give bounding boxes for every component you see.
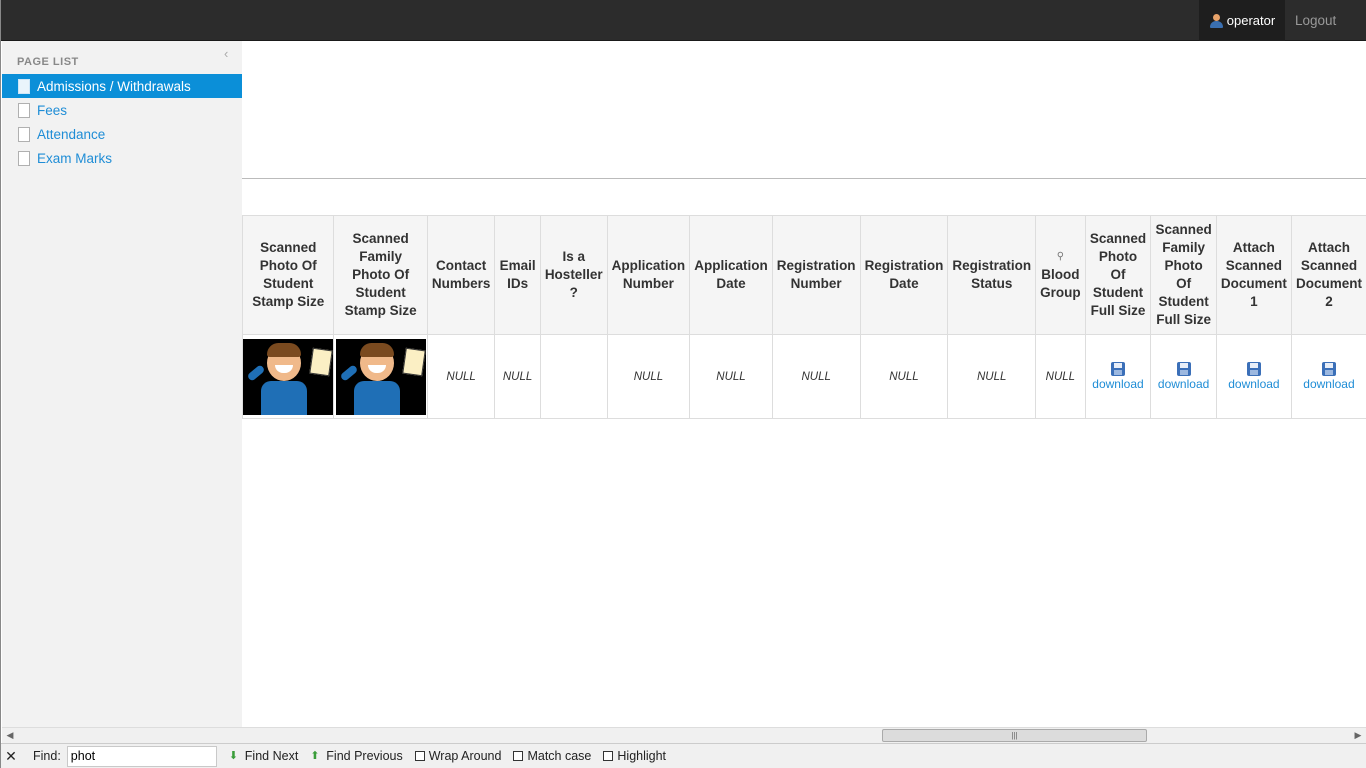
arrow-down-icon: ⬇ [228, 750, 239, 762]
scroll-left-icon[interactable]: ◀ [2, 728, 18, 743]
floppy-disk-icon [1110, 362, 1125, 376]
contact-cell: NULL [426, 334, 496, 419]
user-icon [1209, 13, 1223, 28]
arrow-up-icon: ⬆ [310, 750, 320, 762]
user-name: operator [1226, 13, 1276, 28]
col-header-reg-number[interactable]: Registration Number [771, 215, 861, 335]
page-icon [18, 150, 30, 166]
col-header-hosteller[interactable]: Is a Hosteller ? [539, 215, 608, 335]
reg-number-cell: NULL [771, 334, 861, 419]
find-previous-button[interactable]: ⬆ Find Previous [310, 749, 402, 763]
photo-full-cell: download [1084, 334, 1152, 419]
highlight-checkbox[interactable]: Highlight [603, 749, 666, 763]
blood-group-cell: NULL [1035, 334, 1086, 419]
wrap-around-checkbox[interactable]: Wrap Around [414, 749, 501, 763]
col-header-blood-group[interactable]: ⚲ Blood Group [1035, 215, 1086, 335]
checkbox-icon [603, 751, 614, 761]
find-bar: ✕ Find: ⬇ Find Next ⬆ Find Previous Wrap… [1, 743, 1366, 768]
floppy-disk-icon [1176, 362, 1191, 376]
sidebar-item-label: Fees [37, 102, 68, 118]
match-case-checkbox[interactable]: Match case [513, 749, 591, 763]
divider [242, 178, 1366, 179]
hosteller-cell [539, 334, 608, 419]
family-photo-thumbnail[interactable] [335, 338, 426, 415]
logout-link[interactable]: Logout [1295, 13, 1336, 28]
col-header-reg-date[interactable]: Registration Date [859, 215, 949, 335]
reg-status-cell: NULL [947, 334, 1037, 419]
close-icon[interactable]: ✕ [1, 748, 21, 765]
col-header-doc-1[interactable]: Attach Scanned Document 1 [1215, 215, 1292, 335]
floppy-disk-icon [1246, 362, 1261, 376]
family-photo-stamp-cell [333, 334, 428, 419]
table-row: NULL NULL NULL NULL NULL NULL NULL NULL … [242, 334, 1366, 419]
download-link[interactable]: download [1086, 362, 1151, 391]
sidebar-item-label: Admissions / Withdrawals [37, 78, 191, 94]
main-content: Scanned Photo Of Student Stamp Size Scan… [242, 41, 1366, 727]
col-header-app-date[interactable]: Application Date [689, 215, 773, 335]
collapse-sidebar-icon[interactable]: ‹ [224, 46, 236, 61]
col-header-contact[interactable]: Contact Numbers [426, 215, 496, 335]
sidebar-item-label: Attendance [37, 126, 106, 142]
download-link[interactable]: download [1217, 362, 1291, 391]
doc-1-cell: download [1215, 334, 1292, 419]
horizontal-scrollbar[interactable]: ◀ ||| ▶ [2, 727, 1366, 743]
col-header-photo-stamp[interactable]: Scanned Photo Of Student Stamp Size [242, 215, 335, 335]
download-link[interactable]: download [1292, 362, 1366, 391]
email-cell: NULL [494, 334, 541, 419]
table-header-row: Scanned Photo Of Student Stamp Size Scan… [242, 215, 1366, 335]
col-header-photo-full[interactable]: Scanned Photo Of Student Full Size [1084, 215, 1152, 335]
top-navbar: operator Logout [1, 0, 1366, 41]
photo-stamp-cell [242, 334, 335, 419]
find-label: Find: [33, 749, 61, 763]
doc-2-cell: download [1290, 334, 1366, 419]
sidebar-item-attendance[interactable]: Attendance [2, 122, 242, 146]
family-photo-full-cell: download [1150, 334, 1217, 419]
sidebar-title: PAGE LIST [17, 56, 79, 68]
sidebar: PAGE LIST ‹ Admissions / Withdrawals Fee… [2, 41, 242, 727]
col-header-app-number[interactable]: Application Number [606, 215, 691, 335]
page-icon [18, 78, 30, 94]
key-icon: ⚲ [1056, 251, 1065, 262]
scroll-right-icon[interactable]: ▶ [1350, 728, 1366, 743]
app-number-cell: NULL [606, 334, 691, 419]
sidebar-item-exam-marks[interactable]: Exam Marks [2, 146, 242, 170]
student-photo-thumbnail[interactable] [243, 338, 334, 415]
scrollbar-thumb[interactable]: ||| [882, 729, 1147, 742]
page-icon [18, 126, 30, 142]
page-icon [18, 102, 30, 118]
col-header-family-photo-stamp[interactable]: Scanned Family Photo Of Student Stamp Si… [333, 215, 428, 335]
col-header-doc-2[interactable]: Attach Scanned Document 2 [1290, 215, 1366, 335]
floppy-disk-icon [1321, 362, 1336, 376]
checkbox-icon [513, 751, 524, 761]
sidebar-item-fees[interactable]: Fees [2, 98, 242, 122]
sidebar-item-admissions[interactable]: Admissions / Withdrawals [2, 74, 242, 98]
col-header-email[interactable]: Email IDs [494, 215, 541, 335]
find-next-button[interactable]: ⬇ Find Next [229, 749, 299, 763]
reg-date-cell: NULL [859, 334, 949, 419]
download-link[interactable]: download [1151, 362, 1216, 391]
col-header-reg-status[interactable]: Registration Status [947, 215, 1037, 335]
find-input[interactable] [66, 745, 217, 767]
col-header-family-photo-full[interactable]: Scanned Family Photo Of Student Full Siz… [1150, 215, 1217, 335]
app-window: operator Logout PAGE LIST ‹ Admissions /… [0, 0, 1366, 768]
user-menu[interactable]: operator [1199, 0, 1285, 41]
checkbox-icon [414, 751, 425, 761]
col-header-label: Blood Group [1040, 267, 1081, 300]
sidebar-item-label: Exam Marks [37, 150, 113, 166]
records-table: Scanned Photo Of Student Stamp Size Scan… [242, 215, 1366, 419]
app-date-cell: NULL [689, 334, 773, 419]
